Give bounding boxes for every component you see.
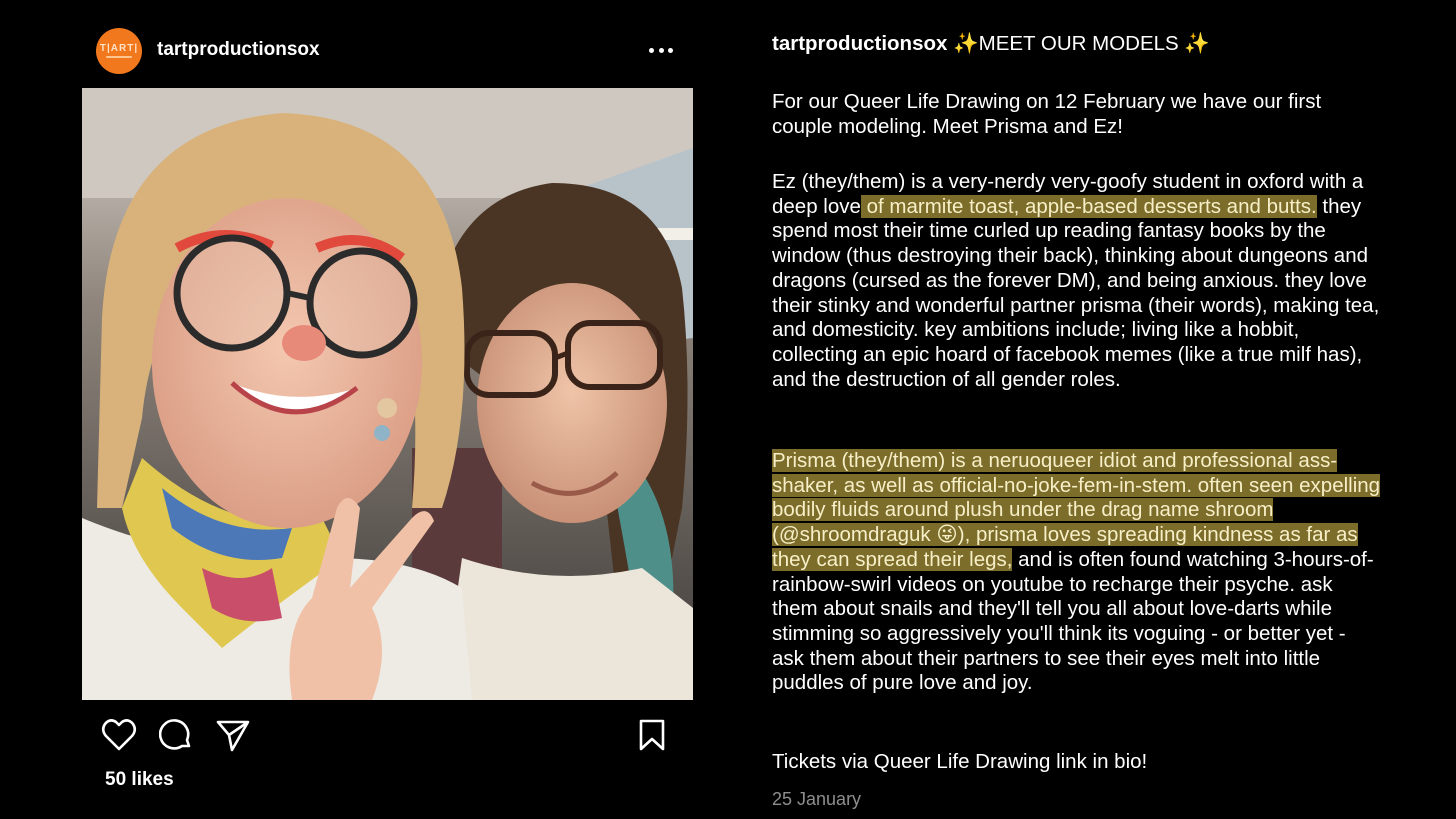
post-username[interactable]: tartproductionsox — [157, 39, 320, 61]
send-icon[interactable] — [216, 718, 250, 752]
heart-icon[interactable] — [101, 718, 137, 752]
caption-ez-paragraph: Ez (they/them) is a very-nerdy very-goof… — [772, 170, 1382, 392]
post-header: T|ART| tartproductionsox — [82, 26, 693, 88]
caption-header: tartproductionsox ✨MEET OUR MODELS ✨ — [772, 32, 1382, 62]
more-horizontal-icon[interactable] — [649, 48, 673, 54]
selfie-photo-illustration — [82, 88, 693, 700]
likes-count[interactable]: 50 likes — [105, 769, 174, 791]
caption-headline: ✨MEET OUR MODELS ✨ — [947, 32, 1210, 55]
post-actions — [82, 714, 693, 758]
instagram-post: T|ART| tartproductionsox 50 likes — [82, 26, 693, 819]
post-caption: tartproductionsox ✨MEET OUR MODELS ✨ For… — [772, 32, 1382, 809]
bookmark-icon[interactable] — [637, 718, 667, 752]
post-photo[interactable] — [82, 88, 693, 700]
caption-tickets: Tickets via Queer Life Drawing link in b… — [772, 750, 1148, 773]
avatar-logo-line — [106, 56, 132, 58]
caption-intro: For our Queer Life Drawing on 12 Februar… — [772, 90, 1322, 138]
post-date: 25 January — [772, 789, 862, 809]
caption-ez-highlight: of marmite toast, apple-based desserts a… — [860, 194, 1317, 218]
avatar-logo-text: T|ART| — [99, 43, 139, 54]
caption-username[interactable]: tartproductionsox — [772, 32, 947, 55]
avatar[interactable]: T|ART| — [96, 28, 142, 74]
comment-icon[interactable] — [159, 718, 193, 752]
caption-prisma-paragraph: Prisma (they/them) is a neruoqueer idiot… — [772, 449, 1382, 696]
caption-ez-text-b: they spend most their time curled up rea… — [772, 194, 1380, 391]
